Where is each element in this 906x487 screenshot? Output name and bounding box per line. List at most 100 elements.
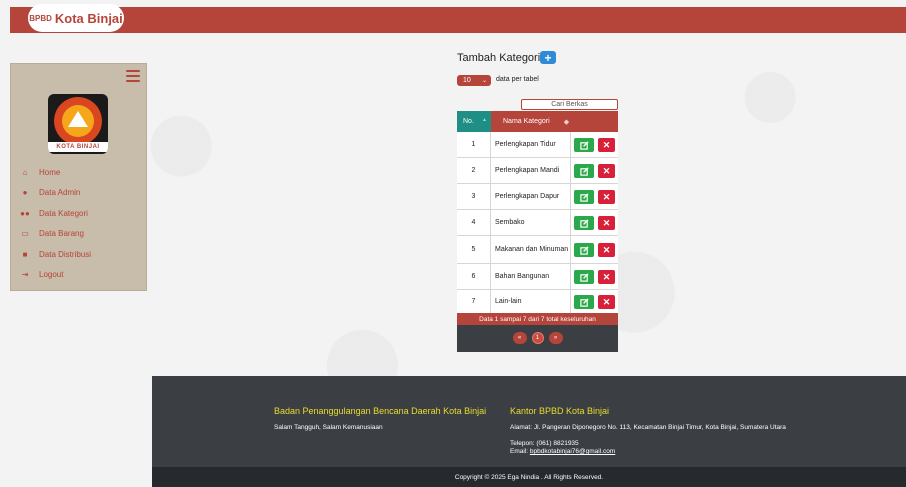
brand-logo[interactable]: BPBD Kota Binjai (28, 4, 124, 32)
next-page-button[interactable]: » (548, 332, 563, 344)
cell-no: 5 (457, 236, 491, 263)
per-page-value: 10 (463, 77, 471, 84)
table-row: 4 Sembako ✕ (457, 210, 618, 236)
per-page-select[interactable]: 10 ⌄ (457, 75, 491, 86)
edit-icon (579, 218, 589, 228)
sidebar-item-label: Home (39, 167, 61, 177)
edit-icon (579, 140, 589, 150)
home-icon: ⌂ (22, 167, 28, 177)
sidebar-item-label: Data Distribusi (39, 249, 92, 259)
delete-button[interactable]: ✕ (598, 190, 615, 204)
sidebar: KOTA BINJAI ⌂ Home ● Data Admin ●● Data … (10, 63, 147, 291)
delete-button[interactable]: ✕ (598, 270, 615, 284)
footer-address: Alamat: Jl. Pangeran Diponegoro No. 113,… (510, 424, 786, 431)
cell-name: Sembako (491, 210, 571, 235)
cell-name: Bahan Bangunan (491, 264, 571, 289)
sidebar-item-data-barang[interactable]: ▭ Data Barang (19, 224, 91, 245)
cell-no: 4 (457, 210, 491, 235)
edit-button[interactable] (574, 270, 594, 284)
footer-email-line: Email: bpbdkotabinjai76@gmail.com (510, 448, 615, 455)
sidebar-menu: ⌂ Home ● Data Admin ●● Data Kategori ▭ D… (19, 162, 91, 285)
sidebar-item-data-kategori[interactable]: ●● Data Kategori (19, 203, 91, 224)
close-icon: ✕ (602, 165, 611, 176)
sort-asc-icon: ▲ (482, 117, 487, 123)
laptop-icon: ▭ (21, 229, 29, 239)
cell-no: 2 (457, 158, 491, 183)
footer: Badan Penanggulangan Bencana Daerah Kota… (152, 376, 906, 467)
users-icon: ●● (20, 208, 30, 218)
footer-right-title: Kantor BPBD Kota Binjai (510, 406, 610, 416)
edit-button[interactable] (574, 164, 594, 178)
pagination: « 1 » (457, 332, 618, 344)
edit-button[interactable] (574, 243, 594, 257)
cell-no: 1 (457, 132, 491, 157)
sidebar-item-data-distribusi[interactable]: ■ Data Distribusi (19, 244, 91, 265)
sidebar-item-label: Data Kategori (39, 208, 88, 218)
edit-button[interactable] (574, 138, 594, 152)
delete-button[interactable]: ✕ (598, 243, 615, 257)
page-1-button[interactable]: 1 (531, 332, 544, 344)
truck-icon: ■ (22, 249, 28, 259)
table-row: 2 Perlengkapan Mandi ✕ (457, 158, 618, 184)
edit-icon (579, 192, 589, 202)
edit-button[interactable] (574, 190, 594, 204)
close-icon: ✕ (602, 191, 611, 202)
edit-button[interactable] (574, 216, 594, 230)
add-category-button[interactable]: + (540, 51, 556, 64)
bpbd-logo: KOTA BINJAI (48, 94, 108, 154)
delete-button[interactable]: ✕ (598, 164, 615, 178)
per-page-label: data per tabel (496, 76, 539, 83)
table-row: 1 Perlengkapan Tidur ✕ (457, 132, 618, 158)
delete-button[interactable]: ✕ (598, 216, 615, 230)
copyright-bar: Copyright © 2025 Ega Nindia . All Rights… (152, 467, 906, 487)
sidebar-item-label: Logout (39, 270, 64, 280)
close-icon: ✕ (602, 217, 611, 228)
column-header-no[interactable]: No. ▲ (457, 111, 491, 132)
sidebar-item-label: Data Barang (39, 229, 84, 239)
footer-phone: Telepon: (061) 8821935 (510, 440, 579, 447)
footer-left-title: Badan Penanggulangan Bencana Daerah Kota… (274, 406, 487, 416)
column-header-name[interactable]: Nama Kategori ◆ (491, 111, 571, 132)
brand-small-text: BPBD (29, 13, 52, 23)
footer-email-label: Email: (510, 448, 530, 455)
sidebar-item-home[interactable]: ⌂ Home (19, 162, 91, 183)
brand-big-text: Kota Binjai (54, 10, 123, 26)
cell-no: 7 (457, 290, 491, 313)
table-summary: Data 1 sampai 7 dari 7 total keseluruhan (457, 313, 618, 325)
table-body: 1 Perlengkapan Tidur ✕ 2 Perlengkapan Ma… (457, 132, 618, 314)
cell-name: Makanan dan Minuman (491, 236, 571, 263)
logo-ribbon-text: KOTA BINJAI (48, 142, 108, 152)
cell-no: 3 (457, 184, 491, 209)
close-icon: ✕ (602, 271, 611, 282)
close-icon: ✕ (602, 244, 611, 255)
edit-icon (579, 166, 589, 176)
close-icon: ✕ (602, 296, 611, 307)
prev-page-button[interactable]: « (512, 332, 527, 344)
cell-name: Perlengkapan Tidur (491, 132, 571, 157)
table-row: 7 Lain-lain ✕ (457, 290, 618, 314)
column-header-name-label: Nama Kategori (503, 118, 550, 125)
close-icon: ✕ (602, 139, 611, 150)
footer-tagline: Salam Tangguh, Salam Kemanusiaan (274, 424, 383, 431)
category-table-panel: No. ▲ Nama Kategori ◆ 1 Perlengkapan Tid… (457, 111, 618, 352)
cell-no: 6 (457, 264, 491, 289)
column-header-no-label: No. (463, 118, 474, 125)
table-row: 3 Perlengkapan Dapur ✕ (457, 184, 618, 210)
edit-icon (579, 297, 589, 307)
hamburger-menu-icon[interactable] (126, 70, 140, 82)
cell-name: Lain-lain (491, 290, 571, 313)
sidebar-item-data-admin[interactable]: ● Data Admin (19, 183, 91, 204)
table-row: 6 Bahan Bangunan ✕ (457, 264, 618, 290)
search-input[interactable]: Cari Berkas (521, 99, 618, 110)
delete-button[interactable]: ✕ (598, 295, 615, 309)
user-icon: ● (22, 188, 28, 198)
delete-button[interactable]: ✕ (598, 138, 615, 152)
cell-name: Perlengkapan Mandi (491, 158, 571, 183)
footer-email-link[interactable]: bpbdkotabinjai76@gmail.com (530, 448, 615, 455)
sidebar-item-label: Data Admin (39, 188, 81, 198)
edit-button[interactable] (574, 295, 594, 309)
sidebar-item-logout[interactable]: ⇥ Logout (19, 265, 91, 286)
page-title: Tambah Kategori (457, 52, 541, 64)
top-navbar (10, 7, 906, 33)
sort-icon: ◆ (563, 118, 570, 126)
